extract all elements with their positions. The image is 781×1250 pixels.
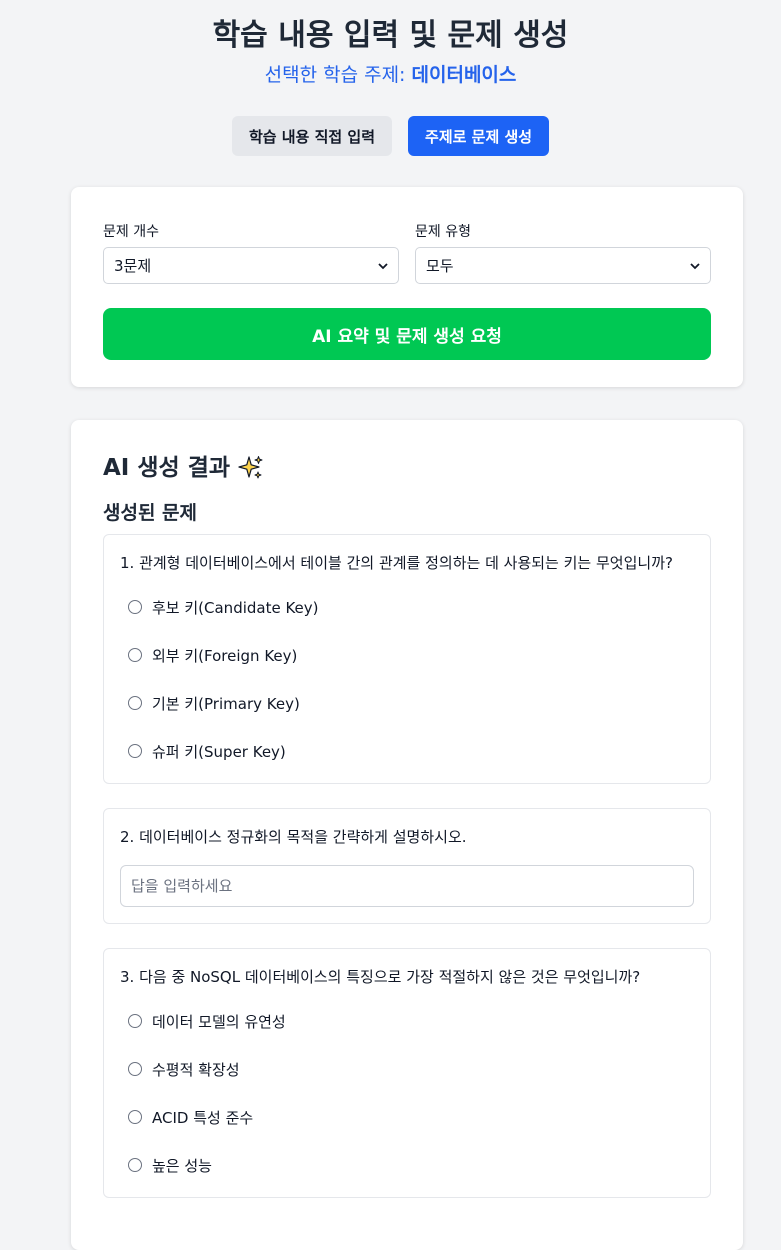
radio-button[interactable] (128, 1014, 142, 1028)
option-3-4[interactable]: 높은 성능 (120, 1141, 694, 1189)
option-label: 외부 키(Foreign Key) (152, 646, 298, 665)
radio-button[interactable] (128, 1158, 142, 1172)
type-field: 문제 유형 모두 (415, 219, 711, 284)
question-2: 2. 데이터베이스 정규화의 목적을 간략하게 설명하시오. (103, 808, 711, 924)
answer-input[interactable] (120, 865, 694, 907)
question-1: 1. 관계형 데이터베이스에서 테이블 간의 관계를 정의하는 데 사용되는 키… (103, 534, 711, 784)
questions-title: 생성된 문제 (103, 502, 198, 524)
count-field: 문제 개수 3문제 (103, 219, 399, 284)
type-label: 문제 유형 (415, 224, 471, 240)
question-text: 2. 데이터베이스 정규화의 목적을 간략하게 설명하시오. (120, 828, 467, 846)
page-title: 학습 내용 입력 및 문제 생성 (212, 18, 569, 53)
result-title-text: AI 생성 결과 (103, 455, 231, 481)
chevron-down-icon (378, 262, 388, 269)
count-select[interactable]: 3문제 (103, 247, 399, 284)
radio-button[interactable] (128, 1062, 142, 1076)
option-label: ACID 특성 준수 (152, 1108, 254, 1127)
type-select-value: 모두 (426, 257, 454, 275)
result-card: AI 생성 결과 생성된 문제 1. 관계형 데이터베이스에서 테이블 간의 관… (71, 420, 743, 1250)
topic-name: 데이터베이스 (411, 64, 517, 86)
radio-button[interactable] (128, 696, 142, 710)
page-header: 학습 내용 입력 및 문제 생성 선택한 학습 주제: 데이터베이스 학습 내용… (0, 0, 781, 156)
tab-topic-generate[interactable]: 주제로 문제 생성 (408, 116, 550, 156)
radio-button[interactable] (128, 648, 142, 662)
count-label: 문제 개수 (103, 224, 159, 240)
option-1-2[interactable]: 외부 키(Foreign Key) (120, 631, 694, 679)
result-title: AI 생성 결과 (103, 452, 711, 484)
radio-button[interactable] (128, 744, 142, 758)
radio-button[interactable] (128, 600, 142, 614)
question-3: 3. 다음 중 NoSQL 데이터베이스의 특징으로 가장 적절하지 않은 것은… (103, 948, 711, 1198)
radio-button[interactable] (128, 1110, 142, 1124)
option-3-2[interactable]: 수평적 확장성 (120, 1045, 694, 1093)
option-3-1[interactable]: 데이터 모델의 유연성 (120, 997, 694, 1045)
option-label: 수평적 확장성 (152, 1060, 240, 1079)
chevron-down-icon (690, 262, 700, 269)
tab-manual-input[interactable]: 학습 내용 직접 입력 (231, 116, 393, 156)
option-label: 데이터 모델의 유연성 (152, 1012, 286, 1031)
question-text: 1. 관계형 데이터베이스에서 테이블 간의 관계를 정의하는 데 사용되는 키… (120, 554, 673, 572)
question-text: 3. 다음 중 NoSQL 데이터베이스의 특징으로 가장 적절하지 않은 것은… (120, 968, 641, 986)
selected-topic: 선택한 학습 주제: 데이터베이스 (0, 62, 781, 88)
sparkles-icon (238, 456, 263, 479)
option-label: 후보 키(Candidate Key) (152, 598, 319, 617)
type-select[interactable]: 모두 (415, 247, 711, 284)
option-3-3[interactable]: ACID 특성 준수 (120, 1093, 694, 1141)
settings-card: 문제 개수 3문제 문제 유형 모두 AI 요약 및 문제 생성 요청 (71, 187, 743, 387)
generate-button[interactable]: AI 요약 및 문제 생성 요청 (103, 308, 711, 360)
option-label: 슈퍼 키(Super Key) (152, 742, 286, 761)
topic-prefix: 선택한 학습 주제: (264, 64, 412, 86)
option-label: 기본 키(Primary Key) (152, 694, 300, 713)
mode-tabs: 학습 내용 직접 입력 주제로 문제 생성 (0, 116, 781, 156)
option-label: 높은 성능 (152, 1156, 212, 1175)
count-select-value: 3문제 (114, 257, 152, 275)
option-1-4[interactable]: 슈퍼 키(Super Key) (120, 727, 694, 775)
option-1-1[interactable]: 후보 키(Candidate Key) (120, 583, 694, 631)
option-1-3[interactable]: 기본 키(Primary Key) (120, 679, 694, 727)
